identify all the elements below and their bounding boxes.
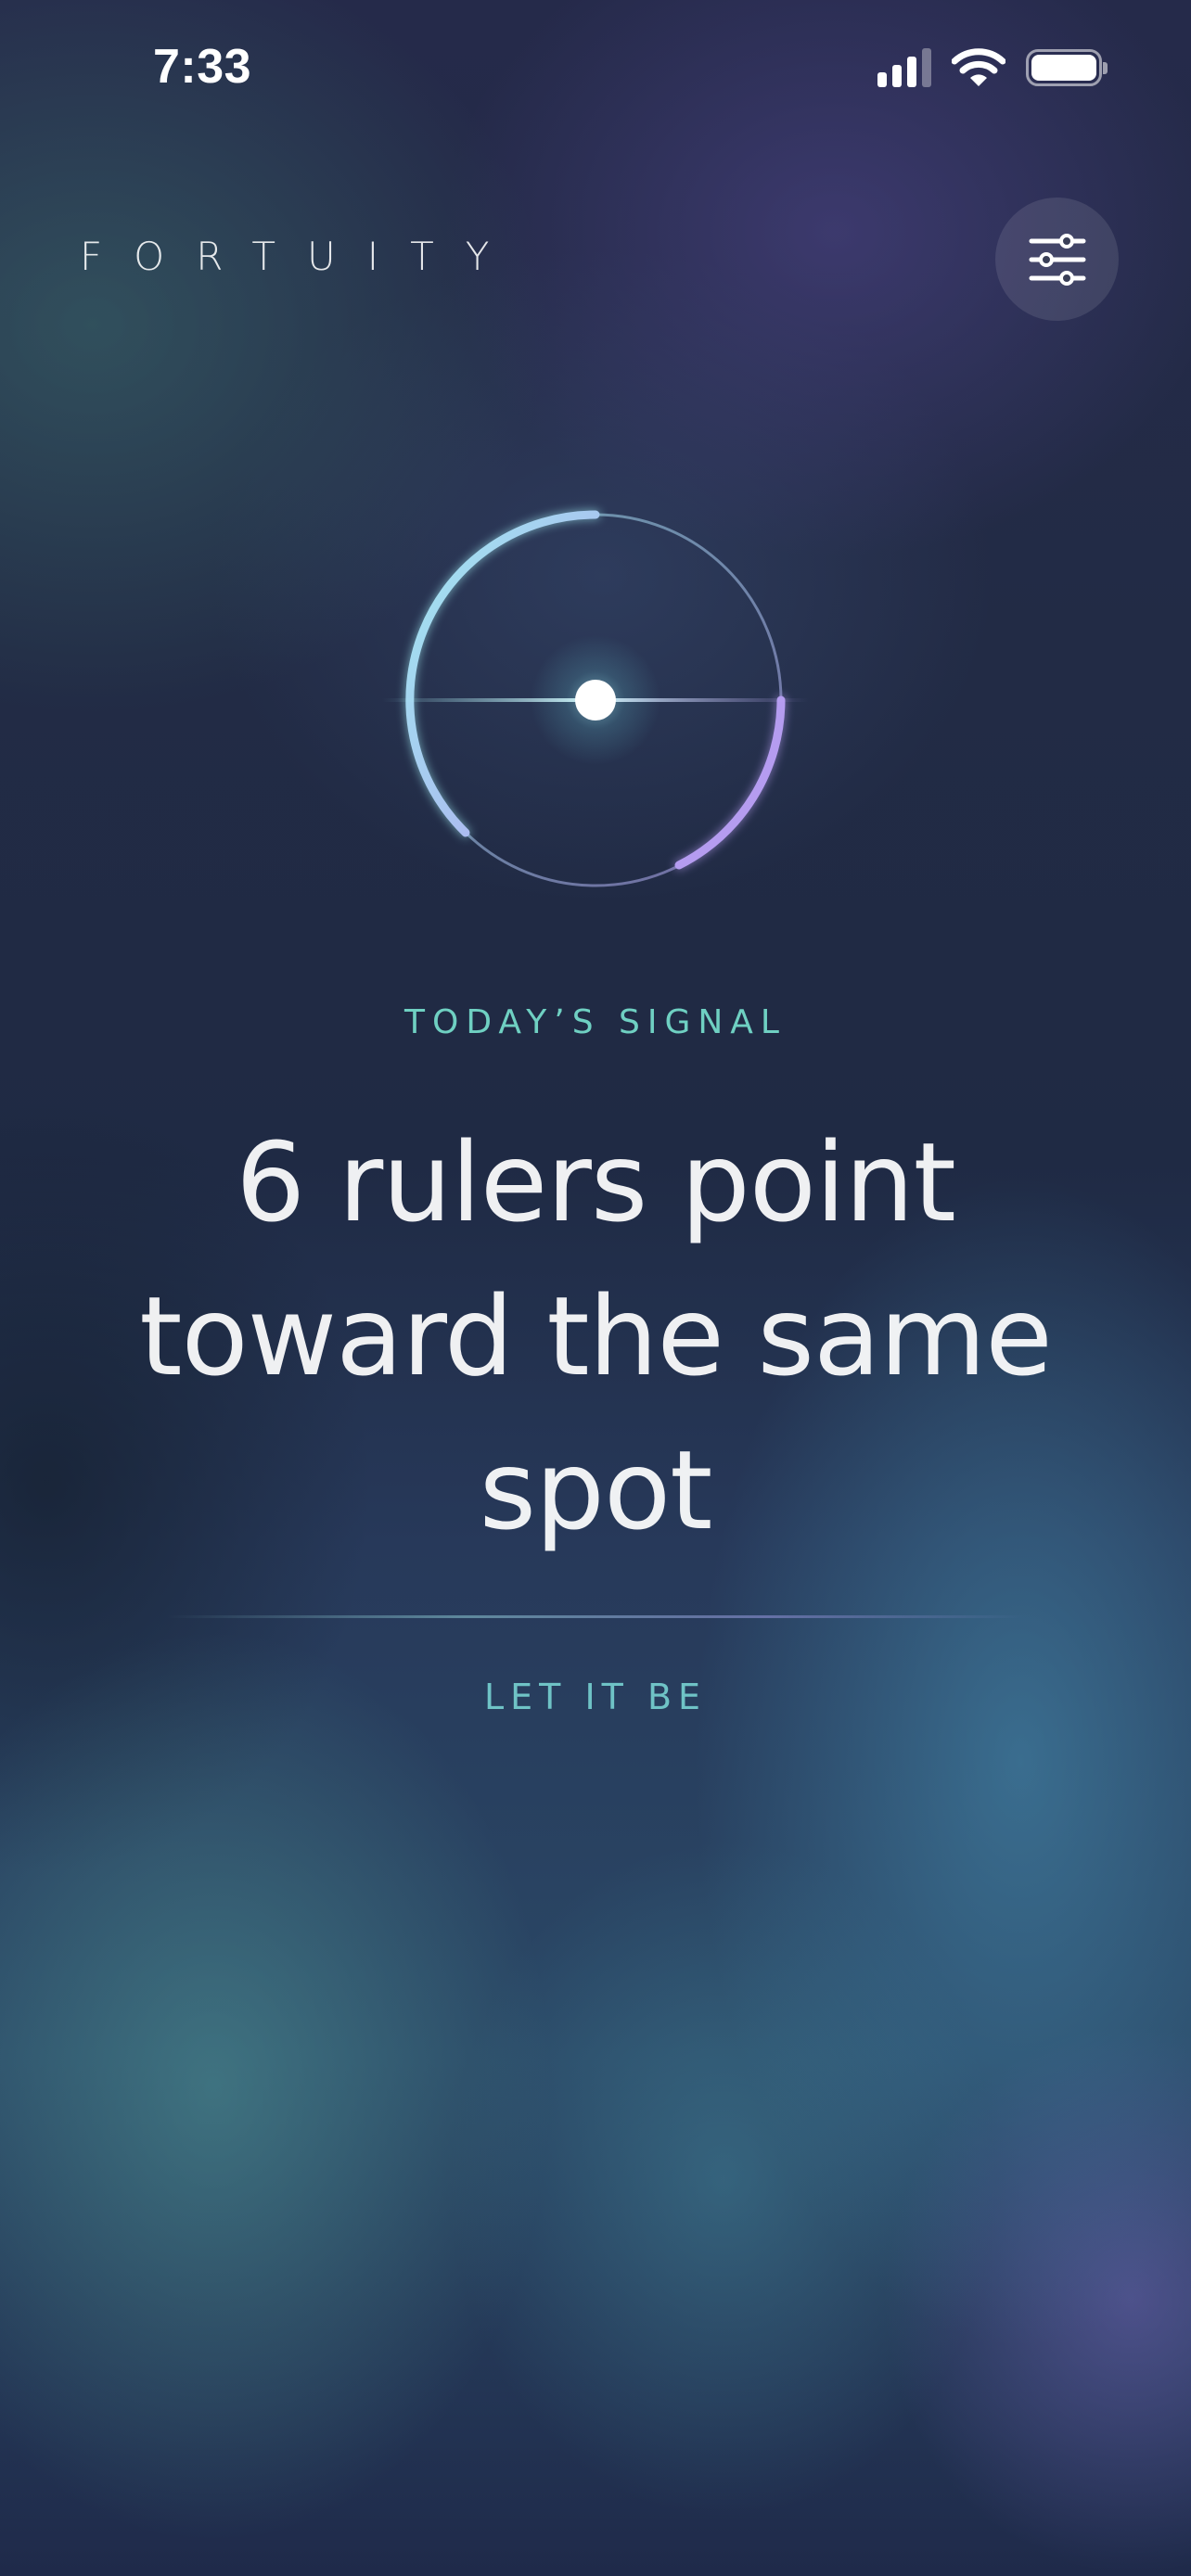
status-bar: 7:33 xyxy=(0,0,1191,139)
wifi-icon xyxy=(952,48,1005,86)
signal-dial xyxy=(364,482,827,946)
let-it-be-button[interactable]: LET IT BE xyxy=(0,1677,1191,1717)
signal-label: TODAY’S SIGNAL xyxy=(404,1003,787,1041)
status-icons xyxy=(877,48,1108,87)
brand-wordmark: FORTUITY xyxy=(80,234,521,279)
status-time: 7:33 xyxy=(153,40,252,94)
sliders-icon xyxy=(1029,233,1085,286)
cellular-signal-icon xyxy=(877,48,931,87)
divider xyxy=(167,1615,1024,1618)
battery-icon xyxy=(1026,49,1108,86)
signal-dial-icon xyxy=(382,510,809,887)
signal-headline: 6 rulers point toward the same spot xyxy=(139,1118,1053,1554)
app-screen: 7:33 FORTUITY TODAY’S SIGNAL 6 rulers po… xyxy=(0,0,1191,2576)
settings-button[interactable] xyxy=(995,198,1119,321)
